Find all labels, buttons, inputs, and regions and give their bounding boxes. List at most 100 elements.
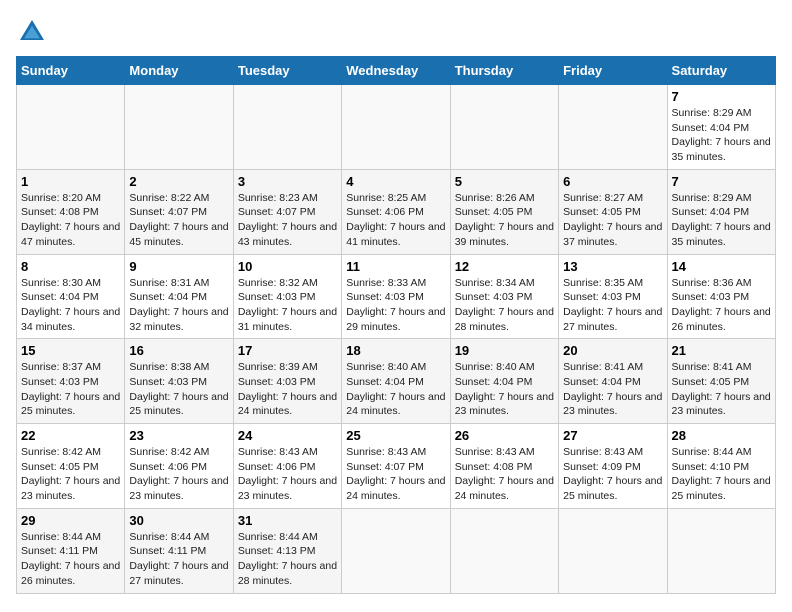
day-number: 1 [21,174,120,189]
day-number: 21 [672,343,771,358]
day-number: 31 [238,513,337,528]
day-number: 11 [346,259,445,274]
day-number: 20 [563,343,662,358]
day-info: Sunrise: 8:20 AMSunset: 4:08 PMDaylight:… [21,192,120,248]
logo-icon [16,16,48,48]
day-info: Sunrise: 8:43 AMSunset: 4:07 PMDaylight:… [346,446,445,502]
day-info: Sunrise: 8:38 AMSunset: 4:03 PMDaylight:… [129,361,228,417]
calendar-week-row: 1 Sunrise: 8:20 AMSunset: 4:08 PMDayligh… [17,169,776,254]
calendar-day-cell: 9 Sunrise: 8:31 AMSunset: 4:04 PMDayligh… [125,254,233,339]
calendar-day-cell: 24 Sunrise: 8:43 AMSunset: 4:06 PMDaylig… [233,424,341,509]
calendar-day-header: Sunday [17,57,125,85]
calendar-day-cell [125,85,233,170]
calendar-day-header: Tuesday [233,57,341,85]
day-info: Sunrise: 8:44 AMSunset: 4:10 PMDaylight:… [672,446,771,502]
day-info: Sunrise: 8:29 AMSunset: 4:04 PMDaylight:… [672,107,771,163]
calendar-day-cell: 5 Sunrise: 8:26 AMSunset: 4:05 PMDayligh… [450,169,558,254]
day-number: 26 [455,428,554,443]
day-number: 7 [672,89,771,104]
calendar-day-cell: 29 Sunrise: 8:44 AMSunset: 4:11 PMDaylig… [17,508,125,593]
calendar-week-row: 22 Sunrise: 8:42 AMSunset: 4:05 PMDaylig… [17,424,776,509]
calendar-week-row: 29 Sunrise: 8:44 AMSunset: 4:11 PMDaylig… [17,508,776,593]
day-info: Sunrise: 8:27 AMSunset: 4:05 PMDaylight:… [563,192,662,248]
calendar-day-cell: 1 Sunrise: 8:20 AMSunset: 4:08 PMDayligh… [17,169,125,254]
calendar-day-header: Wednesday [342,57,450,85]
day-info: Sunrise: 8:43 AMSunset: 4:09 PMDaylight:… [563,446,662,502]
page-header [16,16,776,48]
day-info: Sunrise: 8:44 AMSunset: 4:11 PMDaylight:… [21,531,120,587]
calendar-day-cell [450,508,558,593]
day-info: Sunrise: 8:42 AMSunset: 4:05 PMDaylight:… [21,446,120,502]
day-info: Sunrise: 8:30 AMSunset: 4:04 PMDaylight:… [21,277,120,333]
calendar-day-cell [342,508,450,593]
day-number: 3 [238,174,337,189]
calendar-day-cell: 6 Sunrise: 8:27 AMSunset: 4:05 PMDayligh… [559,169,667,254]
day-number: 23 [129,428,228,443]
calendar-table: SundayMondayTuesdayWednesdayThursdayFrid… [16,56,776,594]
calendar-day-cell: 15 Sunrise: 8:37 AMSunset: 4:03 PMDaylig… [17,339,125,424]
day-number: 17 [238,343,337,358]
calendar-day-cell: 10 Sunrise: 8:32 AMSunset: 4:03 PMDaylig… [233,254,341,339]
calendar-day-cell: 8 Sunrise: 8:30 AMSunset: 4:04 PMDayligh… [17,254,125,339]
day-number: 19 [455,343,554,358]
day-info: Sunrise: 8:31 AMSunset: 4:04 PMDaylight:… [129,277,228,333]
calendar-day-cell: 19 Sunrise: 8:40 AMSunset: 4:04 PMDaylig… [450,339,558,424]
calendar-day-cell [559,85,667,170]
day-number: 10 [238,259,337,274]
calendar-day-cell: 7 Sunrise: 8:29 AMSunset: 4:04 PMDayligh… [667,85,775,170]
calendar-day-cell: 7 Sunrise: 8:29 AMSunset: 4:04 PMDayligh… [667,169,775,254]
calendar-day-cell: 13 Sunrise: 8:35 AMSunset: 4:03 PMDaylig… [559,254,667,339]
calendar-day-cell: 11 Sunrise: 8:33 AMSunset: 4:03 PMDaylig… [342,254,450,339]
day-number: 15 [21,343,120,358]
calendar-day-cell [450,85,558,170]
calendar-day-cell: 20 Sunrise: 8:41 AMSunset: 4:04 PMDaylig… [559,339,667,424]
calendar-day-cell: 27 Sunrise: 8:43 AMSunset: 4:09 PMDaylig… [559,424,667,509]
calendar-day-cell [342,85,450,170]
day-number: 28 [672,428,771,443]
day-info: Sunrise: 8:43 AMSunset: 4:06 PMDaylight:… [238,446,337,502]
calendar-day-header: Friday [559,57,667,85]
day-number: 5 [455,174,554,189]
day-number: 14 [672,259,771,274]
day-info: Sunrise: 8:32 AMSunset: 4:03 PMDaylight:… [238,277,337,333]
calendar-day-cell: 25 Sunrise: 8:43 AMSunset: 4:07 PMDaylig… [342,424,450,509]
day-info: Sunrise: 8:23 AMSunset: 4:07 PMDaylight:… [238,192,337,248]
day-info: Sunrise: 8:25 AMSunset: 4:06 PMDaylight:… [346,192,445,248]
calendar-day-cell: 16 Sunrise: 8:38 AMSunset: 4:03 PMDaylig… [125,339,233,424]
day-number: 12 [455,259,554,274]
calendar-day-cell: 31 Sunrise: 8:44 AMSunset: 4:13 PMDaylig… [233,508,341,593]
day-info: Sunrise: 8:39 AMSunset: 4:03 PMDaylight:… [238,361,337,417]
day-number: 18 [346,343,445,358]
calendar-day-cell [559,508,667,593]
calendar-day-cell: 22 Sunrise: 8:42 AMSunset: 4:05 PMDaylig… [17,424,125,509]
day-info: Sunrise: 8:22 AMSunset: 4:07 PMDaylight:… [129,192,228,248]
calendar-day-cell: 28 Sunrise: 8:44 AMSunset: 4:10 PMDaylig… [667,424,775,509]
calendar-week-row: 8 Sunrise: 8:30 AMSunset: 4:04 PMDayligh… [17,254,776,339]
calendar-day-cell: 4 Sunrise: 8:25 AMSunset: 4:06 PMDayligh… [342,169,450,254]
calendar-day-header: Thursday [450,57,558,85]
day-number: 13 [563,259,662,274]
day-number: 6 [563,174,662,189]
day-info: Sunrise: 8:36 AMSunset: 4:03 PMDaylight:… [672,277,771,333]
day-number: 4 [346,174,445,189]
day-info: Sunrise: 8:42 AMSunset: 4:06 PMDaylight:… [129,446,228,502]
day-info: Sunrise: 8:44 AMSunset: 4:11 PMDaylight:… [129,531,228,587]
day-number: 16 [129,343,228,358]
calendar-day-cell: 2 Sunrise: 8:22 AMSunset: 4:07 PMDayligh… [125,169,233,254]
calendar-day-cell [667,508,775,593]
day-info: Sunrise: 8:44 AMSunset: 4:13 PMDaylight:… [238,531,337,587]
calendar-day-cell: 3 Sunrise: 8:23 AMSunset: 4:07 PMDayligh… [233,169,341,254]
calendar-day-cell: 12 Sunrise: 8:34 AMSunset: 4:03 PMDaylig… [450,254,558,339]
day-number: 24 [238,428,337,443]
calendar-day-header: Monday [125,57,233,85]
day-info: Sunrise: 8:34 AMSunset: 4:03 PMDaylight:… [455,277,554,333]
calendar-day-cell: 23 Sunrise: 8:42 AMSunset: 4:06 PMDaylig… [125,424,233,509]
day-number: 27 [563,428,662,443]
calendar-week-row: 7 Sunrise: 8:29 AMSunset: 4:04 PMDayligh… [17,85,776,170]
day-number: 8 [21,259,120,274]
day-number: 30 [129,513,228,528]
day-number: 9 [129,259,228,274]
calendar-day-cell: 21 Sunrise: 8:41 AMSunset: 4:05 PMDaylig… [667,339,775,424]
day-info: Sunrise: 8:35 AMSunset: 4:03 PMDaylight:… [563,277,662,333]
logo [16,16,52,48]
